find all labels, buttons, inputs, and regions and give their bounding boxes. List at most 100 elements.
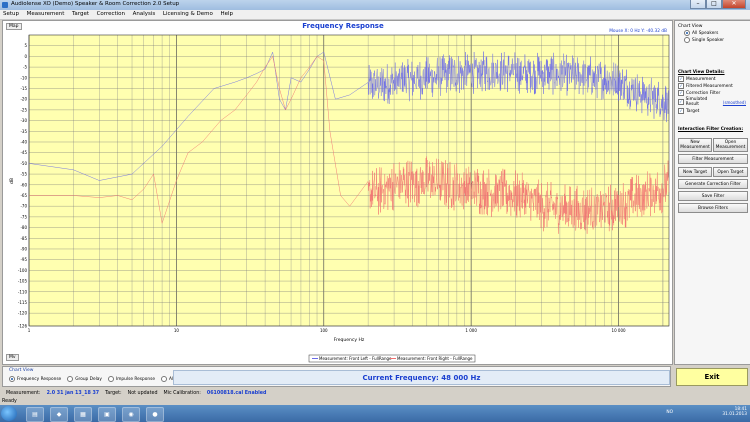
chart-title: Frequency Response [302,22,384,30]
app-icon-3[interactable]: ▦ [74,407,92,422]
start-button[interactable] [1,406,17,421]
check-target[interactable]: ✓ Target [678,108,746,114]
y-tick-label: -126 [18,324,28,329]
side-panel: Chart View All Speakers Single Speaker C… [674,20,750,365]
radio-icon[interactable] [160,376,167,382]
ready-status: Ready [2,399,17,404]
chart-type-options: Frequency Response Group Delay Impulse R… [9,376,174,382]
generate-correction-filter-button[interactable]: Generate Correction Filter [678,179,748,189]
language-indicator[interactable]: NO [666,410,673,415]
option-all-speakers[interactable]: All Speakers [684,30,746,36]
checkbox-icon[interactable]: ✓ [678,90,684,96]
spotify-icon[interactable]: ● [146,407,164,422]
open-measurement-button[interactable]: Open Measurement [713,138,748,152]
window-title: Audiolense XO (Demo) Speaker & Room Corr… [11,1,180,7]
radio-icon[interactable] [684,37,690,43]
x-axis-label: Frequency Hz [334,337,365,343]
y-tick-label: -40 [20,139,27,144]
y-tick-label: -90 [20,246,27,251]
radio-icon[interactable] [684,30,690,36]
mic-value: 06100818.cal Enabled [206,391,267,396]
y-tick-label: -80 [20,225,27,230]
y-tick-label: -95 [20,257,27,262]
menu-analysis[interactable]: Analysis [130,10,159,18]
legend: Measurement: Front Left - FullRange Meas… [308,354,476,363]
y-tick-label: -115 [18,300,28,305]
y-tick-label: -85 [20,236,27,241]
maximize-button[interactable]: □ [706,0,722,9]
close-button[interactable]: ✕ [722,0,746,9]
menu-correction[interactable]: Correction [94,10,128,18]
radio-icon[interactable] [9,376,15,382]
new-measurement-button[interactable]: New Measurement [678,138,712,152]
x-tick-label: 1 [28,328,31,333]
app-icon-2[interactable]: ◆ [50,407,68,422]
menu-target[interactable]: Target [69,10,92,18]
y-tick-label: -25 [20,107,27,112]
current-frequency: Current Frequency: 48 000 Hz [173,370,670,385]
y-axis-label: dB [9,178,15,184]
filter-measurement-button[interactable]: Filter Measurement [678,154,748,164]
chrome-icon[interactable]: ◉ [122,407,140,422]
y-tick-label: -10 [20,75,27,80]
y-tick-label: -100 [18,268,28,273]
checkbox-icon[interactable]: ✓ [678,108,684,114]
legend-right: Measurement: Front Right - FullRange [397,356,473,361]
status-line: Measurement: 2.0 31 jan 13_18 37 Target:… [0,389,750,398]
smoothed-link[interactable]: (smoothed) [723,100,746,105]
details-group: Chart View Details: ✓ Measurement ✓ Filter… [678,70,746,114]
option-group-delay[interactable]: Group Delay [67,376,102,382]
exit-button[interactable]: Exit [676,368,748,386]
x-tick-label: 1 000 [465,328,477,333]
legend-left: Measurement: Front Left - FullRange [319,356,392,361]
menu-measurement[interactable]: Measurement [24,10,68,18]
app-icon [2,2,8,8]
y-tick-label: -65 [20,193,27,198]
checkbox-icon[interactable]: ✓ [678,76,684,82]
frequency-response-chart[interactable]: 5 0 -5 -10 -15 -20 -25 -30 -35 -40 -45 -50 -55 -60 -65… [3,21,672,364]
menu-bar: Setup Measurement Target Correction Anal… [0,10,750,20]
radio-icon[interactable] [67,376,74,382]
minimize-button[interactable]: – [690,0,706,9]
mouse-readout: Mouse X: 0 Hz Y: -40.32 dB [609,28,667,34]
check-measurement[interactable]: ✓ Measurement [678,76,746,82]
clock[interactable]: 18:41 31.01.2013 [722,407,747,417]
menu-help[interactable]: Help [217,10,236,18]
y-tick-label: -35 [20,129,27,134]
browse-filters-button[interactable]: Browse Filters [678,203,748,213]
y-tick-label: -60 [20,182,27,187]
y-tick-label: -5 [23,65,27,70]
menu-licensing[interactable]: Licensing & Demo [160,10,216,18]
radio-icon[interactable] [107,376,114,382]
title-bar: Audiolense XO (Demo) Speaker & Room Corr… [0,0,750,10]
checkbox-icon[interactable]: ✓ [678,99,684,105]
option-impulse-response[interactable]: Impulse Response [107,376,155,382]
y-tick-label: 0 [24,54,27,59]
option-single-speaker[interactable]: Single Speaker [684,37,746,43]
check-correction-filter[interactable]: ✓ Correction Filter [678,90,746,96]
new-target-button[interactable]: New Target [678,167,712,177]
app-icon-4[interactable]: ▣ [98,407,116,422]
chart-view-group: Chart View All Speakers Single Speaker [678,24,746,43]
save-filter-button[interactable]: Save Filter [678,191,748,201]
checkbox-icon[interactable]: ✓ [678,83,684,89]
y-tick-label: -30 [20,118,27,123]
taskbar: ▤ ◆ ▦ ▣ ◉ ● NO 18:41 31.01.2013 [0,405,750,422]
x-tick-label: 100 [320,328,328,333]
check-filtered-measurement[interactable]: ✓ Filtered Measurement [678,83,746,89]
x-tick-label: 10 000 [612,328,626,333]
target-value: Not updated [127,391,158,396]
details-title: Chart View Details: [678,70,725,75]
mic-label: Mic Calibration: [163,391,201,396]
y-tick-label: -45 [20,150,27,155]
bottom-chart-view-title: Chart View [9,368,34,373]
y-tick-label: -105 [18,279,28,284]
menu-setup[interactable]: Setup [0,10,22,18]
measurement-label: Measurement: [6,391,41,396]
check-simulated-result[interactable]: ✓ Simulated Result (smoothed) [678,97,746,107]
explorer-icon[interactable]: ▤ [26,407,44,422]
option-frequency-response[interactable]: Frequency Response [9,376,61,382]
chart-view-title: Chart View [678,24,703,29]
target-label: Target: [105,391,122,396]
open-target-button[interactable]: Open Target [713,167,748,177]
